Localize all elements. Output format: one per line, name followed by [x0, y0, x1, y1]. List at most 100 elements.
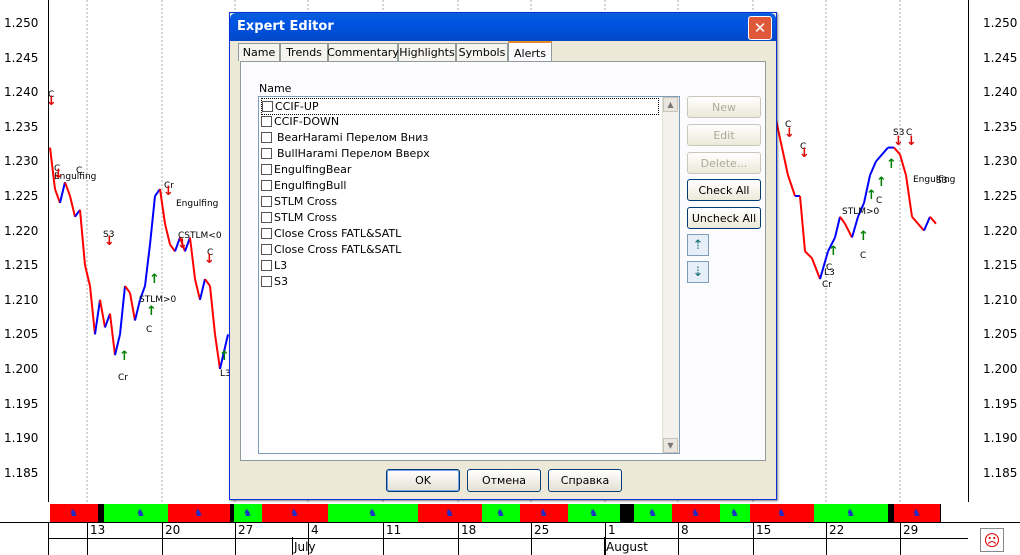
price-segment — [917, 223, 925, 232]
price-segment — [929, 216, 937, 225]
list-item[interactable]: Close Cross FATL&SATL — [261, 242, 401, 257]
checkbox[interactable] — [261, 180, 272, 191]
price-label: 1.225 — [983, 189, 1018, 203]
price-label: 1.245 — [4, 50, 39, 65]
bull-bear-icon: ♞ — [912, 508, 921, 519]
tab-symbols[interactable]: Symbols — [456, 43, 508, 61]
list-item[interactable]: CCIF-UP — [261, 98, 659, 115]
price-label: 1.205 — [4, 327, 39, 342]
status-sad-face-icon[interactable]: ☹ — [980, 528, 1004, 552]
list-item[interactable]: S3 — [261, 274, 288, 289]
list-item[interactable]: BearHarami Перелом Вниз — [261, 130, 428, 145]
chart-annotation: Cr — [118, 373, 128, 383]
date-label: 27 — [238, 523, 254, 537]
price-label: 1.215 — [983, 258, 1018, 273]
tab-trends[interactable]: Trends — [280, 43, 328, 61]
chart-annotation: STLM>0 — [842, 207, 880, 217]
price-segment — [811, 257, 821, 280]
checkbox[interactable] — [261, 244, 272, 255]
tab-commentary[interactable]: Commentary — [327, 43, 399, 61]
signal-segment: ♞ — [418, 504, 483, 522]
check-all-button[interactable]: Check All — [687, 179, 761, 201]
bull-bear-icon: ♞ — [589, 508, 598, 519]
ok-button[interactable]: OK — [386, 469, 460, 492]
list-item[interactable]: EngulfingBear — [261, 162, 351, 177]
tab-highlights[interactable]: Highlights — [398, 43, 456, 61]
price-label: 1.195 — [983, 396, 1018, 411]
date-tick — [678, 523, 679, 555]
price-label: 1.245 — [983, 50, 1018, 65]
tab-name[interactable]: Name — [238, 43, 280, 61]
list-item-label: CCIF-UP — [275, 100, 319, 113]
price-segment — [905, 175, 913, 217]
signal-segment: ♞ — [672, 504, 721, 522]
month-label: July — [294, 540, 316, 554]
signal-segment: ♞ — [482, 504, 521, 522]
checkbox[interactable] — [261, 260, 272, 271]
list-item-label: L3 — [274, 259, 288, 272]
checkbox[interactable] — [261, 164, 272, 175]
signal-segment: ♞ — [168, 504, 231, 522]
bull-bear-icon: ♞ — [691, 508, 700, 519]
checkbox[interactable] — [262, 101, 273, 112]
price-label: 1.240 — [4, 85, 39, 100]
price-segment — [129, 292, 136, 321]
list-item-label: Close Cross FATL&SATL — [274, 243, 402, 256]
list-item-label: BearHarami Перелом Вниз — [277, 131, 429, 144]
price-segment — [799, 195, 806, 252]
list-scrollbar[interactable]: ▲ ▼ — [662, 97, 679, 453]
tab-alerts[interactable]: Alerts — [508, 41, 552, 63]
chart-annotation: C — [76, 166, 82, 176]
uncheck-all-button[interactable]: Uncheck All — [687, 207, 761, 229]
signal-segment: ♞ — [634, 504, 673, 522]
new-button[interactable]: New — [687, 96, 761, 118]
buy-arrow-icon: ↑ — [149, 272, 160, 287]
price-segment — [189, 237, 196, 280]
list-item-label: EngulfingBear — [274, 163, 352, 176]
price-segment — [89, 285, 96, 335]
dialog-titlebar[interactable]: Expert Editor ✕ — [230, 13, 776, 41]
date-tick — [162, 523, 163, 555]
alerts-list[interactable]: CCIF-UP CCIF-DOWN BearHarami Перелом Вни… — [258, 96, 680, 454]
scroll-down-icon[interactable]: ▼ — [663, 438, 678, 453]
buy-arrow-icon: ↑ — [119, 349, 130, 364]
price-segment — [79, 209, 86, 266]
bull-bear-icon: ♞ — [445, 508, 454, 519]
price-label: 1.205 — [983, 327, 1018, 342]
date-tick — [235, 523, 236, 555]
date-tick — [458, 523, 459, 555]
price-segment — [875, 153, 883, 163]
list-item[interactable]: CCIF-DOWN — [261, 114, 339, 129]
list-item[interactable]: STLM Cross — [261, 210, 337, 225]
list-item[interactable]: STLM Cross — [261, 194, 337, 209]
checkbox[interactable] — [261, 148, 272, 159]
checkbox[interactable] — [261, 132, 272, 143]
bull-bear-icon: ♞ — [69, 508, 78, 519]
chart-annotation: S3 — [936, 176, 947, 186]
checkbox[interactable] — [261, 116, 272, 127]
delete-button[interactable]: Delete... — [687, 152, 761, 174]
buy-arrow-icon: ↑ — [828, 244, 839, 259]
price-label: 1.235 — [983, 119, 1018, 134]
price-segment — [164, 223, 171, 245]
checkbox[interactable] — [261, 212, 272, 223]
checkbox[interactable] — [261, 228, 272, 239]
date-label: 13 — [90, 523, 106, 537]
checkbox[interactable] — [261, 276, 272, 287]
checkbox[interactable] — [261, 196, 272, 207]
scroll-up-icon[interactable]: ▲ — [663, 97, 678, 112]
edit-button[interactable]: Edit — [687, 124, 761, 146]
price-segment — [804, 250, 813, 259]
list-item[interactable]: BullHarami Перелом Вверх — [261, 146, 430, 161]
date-tick — [900, 523, 901, 555]
bull-bear-icon: ♞ — [846, 508, 855, 519]
move-up-icon[interactable]: ⇡ — [687, 234, 709, 256]
move-down-icon[interactable]: ⇣ — [687, 261, 709, 283]
close-icon[interactable]: ✕ — [748, 16, 772, 40]
cancel-button[interactable]: Отмена — [467, 469, 541, 492]
list-item[interactable]: L3 — [261, 258, 287, 273]
list-item[interactable]: Close Cross FATL&SATL — [261, 226, 401, 241]
sell-arrow-icon: ↓ — [163, 184, 174, 199]
list-item[interactable]: EngulfingBull — [261, 178, 346, 193]
help-button[interactable]: Справка — [548, 469, 622, 492]
